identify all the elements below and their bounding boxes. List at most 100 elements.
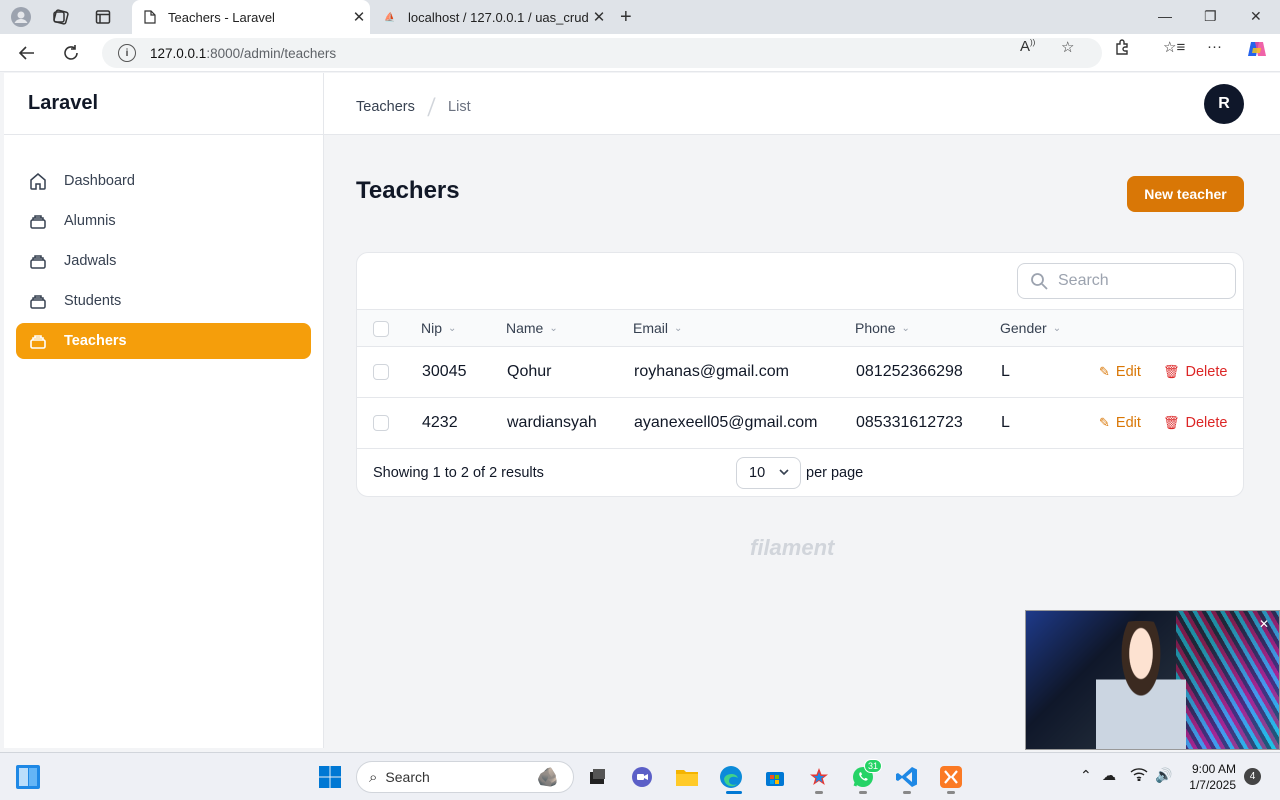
- extensions-icon[interactable]: [1114, 38, 1132, 60]
- pencil-icon: ✎: [1099, 364, 1110, 379]
- trash-icon: 🗑: [1163, 415, 1180, 430]
- filament-logo: filament: [750, 535, 835, 560]
- column-header-nip[interactable]: Nip ⌄: [421, 310, 456, 346]
- file-explorer-icon[interactable]: [673, 763, 701, 791]
- table-row: 30045 Qohur royhanas@gmail.com 081252366…: [357, 347, 1243, 398]
- search-highlight-icon: 🪨: [536, 766, 559, 787]
- edit-button[interactable]: ✎ Edit: [1099, 347, 1141, 397]
- sidebar-item-students[interactable]: Students: [16, 283, 311, 319]
- whatsapp-badge: 31: [864, 759, 882, 773]
- search-icon: ⌕: [369, 768, 378, 786]
- column-header-email[interactable]: Email ⌄: [633, 310, 682, 346]
- microsoft-store-icon[interactable]: [761, 763, 789, 791]
- page-icon: [142, 9, 158, 25]
- refresh-icon[interactable]: [60, 42, 82, 64]
- meet-icon[interactable]: [628, 763, 656, 791]
- phpmyadmin-icon: ⛵: [384, 11, 396, 22]
- stack-icon: [28, 251, 48, 271]
- close-icon[interactable]: ✕: [1259, 617, 1269, 631]
- sort-icon: ⌄: [674, 322, 683, 334]
- delete-button[interactable]: 🗑 Delete: [1163, 347, 1227, 397]
- avatar[interactable]: R: [1204, 84, 1244, 124]
- close-window-icon[interactable]: ✕: [1250, 8, 1262, 25]
- cell-phone: 085331612723: [856, 414, 963, 431]
- windows-start-icon[interactable]: [316, 763, 344, 791]
- system-clock[interactable]: 9:00 AM 1/7/2025: [1176, 761, 1236, 793]
- read-aloud-icon[interactable]: A)): [1020, 38, 1035, 55]
- volume-icon[interactable]: 🔊: [1155, 767, 1172, 784]
- tab-phpmyadmin[interactable]: ⛵ localhost / 127.0.0.1 / uas_crud / j ✕: [372, 0, 610, 34]
- row-checkbox[interactable]: [373, 364, 389, 380]
- column-header-gender[interactable]: Gender ⌄: [1000, 310, 1061, 346]
- sidebar-item-teachers[interactable]: Teachers: [16, 323, 311, 359]
- profile-icon[interactable]: [10, 6, 32, 28]
- copilot-icon[interactable]: [1246, 38, 1268, 64]
- brand-logo[interactable]: Laravel: [4, 73, 323, 135]
- tab-teachers[interactable]: Teachers - Laravel ✕: [132, 0, 370, 34]
- url-bar[interactable]: i 127.0.0.1:8000/admin/teachers: [102, 38, 1102, 68]
- cell-phone: 081252366298: [856, 363, 963, 380]
- running-indicator: [947, 791, 955, 794]
- workspaces-icon[interactable]: [50, 6, 72, 28]
- picture-in-picture-video[interactable]: ✕: [1025, 610, 1280, 750]
- sort-icon: ⌄: [1052, 322, 1062, 334]
- sidebar-nav: Dashboard Alumnis Jadwals Students Teach…: [4, 135, 323, 359]
- task-view-icon[interactable]: [583, 763, 611, 791]
- chevron-up-icon[interactable]: ⌃: [1080, 767, 1092, 784]
- search-input[interactable]: Search: [1017, 263, 1236, 299]
- close-tab-icon[interactable]: ✕: [588, 8, 610, 26]
- teachers-table: Search Nip ⌄ Name ⌄ Email ⌄ Phone ⌄ Gender ⌄ …: [356, 252, 1244, 497]
- wifi-icon[interactable]: [1130, 767, 1148, 784]
- delete-button[interactable]: 🗑 Delete: [1163, 398, 1227, 448]
- running-indicator: [815, 791, 823, 794]
- url-host: 127.0.0.1: [150, 45, 207, 61]
- favorite-star-icon[interactable]: ☆: [1061, 38, 1074, 56]
- edge-icon[interactable]: [717, 763, 745, 791]
- onedrive-icon[interactable]: ☁: [1102, 767, 1116, 784]
- topbar: Teachers | List R: [324, 73, 1280, 135]
- close-tab-icon[interactable]: ✕: [348, 8, 370, 26]
- row-checkbox[interactable]: [373, 415, 389, 431]
- sidebar-item-dashboard[interactable]: Dashboard: [16, 163, 311, 199]
- column-label: Gender: [1000, 320, 1047, 336]
- xampp-icon[interactable]: [937, 763, 965, 791]
- favorites-icon[interactable]: ☆≡: [1163, 38, 1185, 56]
- column-label: Email: [633, 320, 669, 336]
- cell-gender: L: [1001, 414, 1010, 431]
- delete-label: Delete: [1185, 415, 1228, 431]
- running-indicator: [859, 791, 867, 794]
- new-teacher-button[interactable]: New teacher: [1127, 176, 1244, 212]
- breadcrumb-current: List: [448, 98, 471, 115]
- search-icon: [1031, 273, 1048, 290]
- cell-name: wardiansyah: [507, 414, 597, 431]
- column-header-name[interactable]: Name ⌄: [506, 310, 558, 346]
- sidebar-item-label: Jadwals: [64, 253, 117, 269]
- table-header: Nip ⌄ Name ⌄ Email ⌄ Phone ⌄ Gender ⌄: [357, 309, 1243, 347]
- vertical-tabs-icon[interactable]: [92, 6, 114, 28]
- vscode-icon[interactable]: [893, 763, 921, 791]
- cell-nip: 4232: [422, 414, 458, 431]
- column-header-phone[interactable]: Phone ⌄: [855, 310, 910, 346]
- taskbar-search[interactable]: ⌕ Search 🪨: [356, 761, 574, 793]
- edit-button[interactable]: ✎ Edit: [1099, 398, 1141, 448]
- cell-email: royhanas@gmail.com: [634, 363, 789, 380]
- restore-icon[interactable]: ❐: [1204, 8, 1217, 25]
- site-info-icon[interactable]: i: [118, 44, 136, 62]
- new-tab-icon[interactable]: +: [620, 6, 632, 29]
- tab-title: Teachers - Laravel: [168, 9, 275, 25]
- app-star-icon[interactable]: [805, 763, 833, 791]
- back-icon[interactable]: [16, 42, 38, 64]
- breadcrumb-parent[interactable]: Teachers: [356, 99, 415, 115]
- sidebar-item-label: Dashboard: [64, 173, 135, 189]
- table-row: 4232 wardiansyah ayanexeell05@gmail.com …: [357, 398, 1243, 449]
- sidebar: Laravel Dashboard Alumnis Jadwals Studen…: [4, 73, 324, 748]
- minimize-icon[interactable]: —: [1158, 8, 1172, 24]
- more-menu-icon[interactable]: ···: [1207, 38, 1222, 55]
- per-page-select[interactable]: 10: [736, 457, 801, 489]
- sidebar-item-jadwals[interactable]: Jadwals: [16, 243, 311, 279]
- notification-badge[interactable]: 4: [1244, 768, 1261, 785]
- home-icon: [28, 171, 48, 191]
- widgets-icon[interactable]: [14, 763, 42, 791]
- select-all-checkbox[interactable]: [373, 321, 389, 337]
- sidebar-item-alumnis[interactable]: Alumnis: [16, 203, 311, 239]
